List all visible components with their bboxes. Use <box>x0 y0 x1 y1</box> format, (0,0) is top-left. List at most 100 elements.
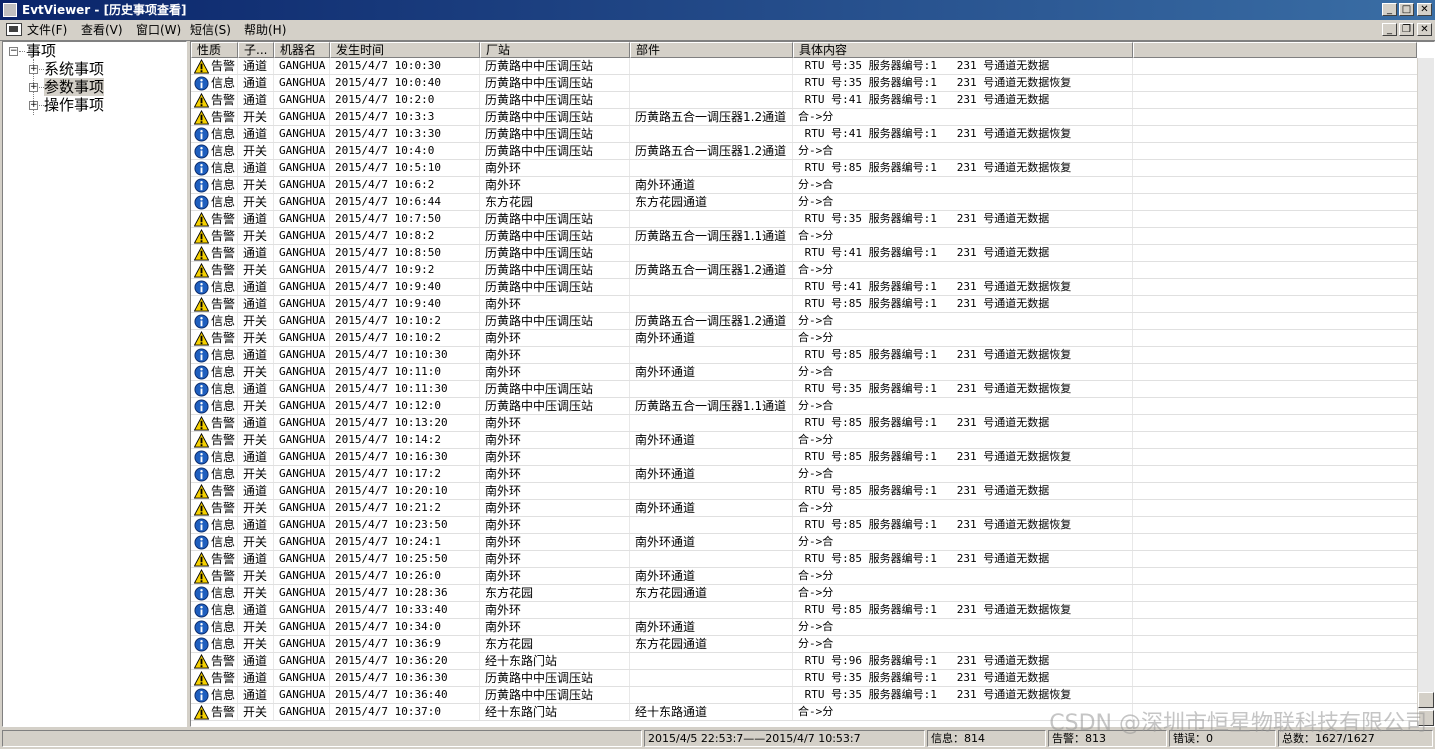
table-row[interactable]: 信息 开关 GANGHUA 2015/4/7 10:12:0 历黄路中中压调压站 历黄路五… <box>191 398 1417 415</box>
table-row[interactable]: 信息 通道 GANGHUA 2015/4/7 10:3:30 历黄路中中压调压站 RTU… <box>191 126 1417 143</box>
cell-detail: RTU 号:35 服务器编号:1 231 号通道无数据恢复 <box>793 687 1133 703</box>
cell-station: 南外环 <box>480 466 630 482</box>
cell-subtype: 通道 <box>238 279 274 295</box>
table-row[interactable]: 信息 通道 GANGHUA 2015/4/7 10:23:50 南外环 RTU 号:85… <box>191 517 1417 534</box>
table-row[interactable]: 告警 通道 GANGHUA 2015/4/7 10:8:50 历黄路中中压调压站 RTU… <box>191 245 1417 262</box>
table-row[interactable]: 信息 通道 GANGHUA 2015/4/7 10:9:40 历黄路中中压调压站 RTU… <box>191 279 1417 296</box>
cell-type-label: 告警 <box>211 501 236 515</box>
column-header-component[interactable]: 部件 <box>630 42 793 58</box>
menu-sms[interactable]: 短信(S) <box>190 22 231 38</box>
table-row[interactable]: 信息 通道 GANGHUA 2015/4/7 10:5:10 南外环 RTU 号:85 … <box>191 160 1417 177</box>
cell-machine: GANGHUA <box>274 398 330 414</box>
table-row[interactable]: 信息 开关 GANGHUA 2015/4/7 10:36:9 东方花园 东方花园通道 分->… <box>191 636 1417 653</box>
cell-time: 2015/4/7 10:4:0 <box>330 143 480 159</box>
close-button[interactable]: ✕ <box>1417 3 1432 16</box>
expand-icon[interactable]: + <box>29 65 38 74</box>
table-row[interactable]: 告警 开关 GANGHUA 2015/4/7 10:9:2 历黄路中中压调压站 历黄路五合… <box>191 262 1417 279</box>
column-header-detail[interactable]: 具体内容 <box>793 42 1133 58</box>
cell-machine: GANGHUA <box>274 211 330 227</box>
table-row[interactable]: 告警 开关 GANGHUA 2015/4/7 10:8:2 历黄路中中压调压站 历黄路五合… <box>191 228 1417 245</box>
table-row[interactable]: 告警 开关 GANGHUA 2015/4/7 10:26:0 南外环 南外环通道 合->分 <box>191 568 1417 585</box>
menu-view[interactable]: 查看(V) <box>81 22 123 38</box>
cell-machine: GANGHUA <box>274 58 330 74</box>
cell-machine: GANGHUA <box>274 109 330 125</box>
document-icon[interactable] <box>6 23 22 36</box>
table-row[interactable]: 信息 开关 GANGHUA 2015/4/7 10:6:2 南外环 南外环通道 分->合 <box>191 177 1417 194</box>
cell-component: 南外环通道 <box>630 330 793 346</box>
column-header-time[interactable]: 发生时间 <box>330 42 480 58</box>
expand-icon[interactable]: + <box>29 101 38 110</box>
cell-subtype: 开关 <box>238 466 274 482</box>
tree-root[interactable]: 事项 <box>26 42 56 60</box>
cell-machine: GANGHUA <box>274 126 330 142</box>
table-row[interactable]: 信息 通道 GANGHUA 2015/4/7 10:16:30 南外环 RTU 号:85… <box>191 449 1417 466</box>
collapse-icon[interactable]: − <box>9 47 18 56</box>
menu-window[interactable]: 窗口(W) <box>136 22 181 38</box>
table-row[interactable]: 信息 通道 GANGHUA 2015/4/7 10:0:40 历黄路中中压调压站 RTU… <box>191 75 1417 92</box>
table-row[interactable]: 信息 开关 GANGHUA 2015/4/7 10:24:1 南外环 南外环通道 分->合 <box>191 534 1417 551</box>
cell-detail: RTU 号:85 服务器编号:1 231 号通道无数据恢复 <box>793 160 1133 176</box>
table-row[interactable]: 信息 开关 GANGHUA 2015/4/7 10:4:0 历黄路中中压调压站 历黄路五合… <box>191 143 1417 160</box>
mdi-restore-button[interactable]: ❐ <box>1399 23 1414 36</box>
cell-detail: RTU 号:85 服务器编号:1 231 号通道无数据 <box>793 483 1133 499</box>
expand-icon[interactable]: + <box>29 83 38 92</box>
table-row[interactable]: 告警 开关 GANGHUA 2015/4/7 10:3:3 历黄路中中压调压站 历黄路五合… <box>191 109 1417 126</box>
table-row[interactable]: 信息 开关 GANGHUA 2015/4/7 10:10:2 历黄路中中压调压站 历黄路五… <box>191 313 1417 330</box>
menu-file[interactable]: 文件(F) <box>27 22 67 38</box>
cell-type-label: 信息 <box>211 280 236 294</box>
tree-item-system[interactable]: 系统事项 <box>44 60 104 78</box>
table-row[interactable]: 信息 通道 GANGHUA 2015/4/7 10:11:30 历黄路中中压调压站 RT… <box>191 381 1417 398</box>
column-header-subtype[interactable]: 子... <box>238 42 274 58</box>
maximize-button[interactable]: □ <box>1399 3 1414 16</box>
cell-subtype: 开关 <box>238 194 274 210</box>
cell-detail: 分->合 <box>793 143 1133 159</box>
warning-icon <box>193 92 210 108</box>
cell-type-label: 告警 <box>211 569 236 583</box>
cell-type-label: 告警 <box>211 552 236 566</box>
table-row[interactable]: 信息 通道 GANGHUA 2015/4/7 10:36:40 历黄路中中压调压站 RT… <box>191 687 1417 704</box>
table-row[interactable]: 信息 开关 GANGHUA 2015/4/7 10:28:36 东方花园 东方花园通道 合-… <box>191 585 1417 602</box>
cell-station: 南外环 <box>480 330 630 346</box>
event-grid: 性质 子... 机器名 发生时间 厂站 部件 具体内容 告警 通道 GANGHUA 2… <box>190 41 1435 727</box>
table-row[interactable]: 信息 通道 GANGHUA 2015/4/7 10:10:30 南外环 RTU 号:85… <box>191 347 1417 364</box>
table-row[interactable]: 告警 通道 GANGHUA 2015/4/7 10:20:10 南外环 RTU 号:85… <box>191 483 1417 500</box>
column-header-station[interactable]: 厂站 <box>480 42 630 58</box>
mdi-close-button[interactable]: ✕ <box>1417 23 1432 36</box>
table-row[interactable]: 告警 通道 GANGHUA 2015/4/7 10:36:30 历黄路中中压调压站 RT… <box>191 670 1417 687</box>
table-row[interactable]: 告警 通道 GANGHUA 2015/4/7 10:36:20 经十东路门站 RTU 号… <box>191 653 1417 670</box>
cell-type-label: 告警 <box>211 705 236 719</box>
info-icon <box>194 637 209 652</box>
mdi-minimize-button[interactable]: _ <box>1382 23 1397 36</box>
vertical-scrollbar[interactable] <box>1417 58 1434 726</box>
table-row[interactable]: 告警 通道 GANGHUA 2015/4/7 10:7:50 历黄路中中压调压站 RTU… <box>191 211 1417 228</box>
menu-help[interactable]: 帮助(H) <box>244 22 286 38</box>
cell-subtype: 开关 <box>238 143 274 159</box>
table-row[interactable]: 告警 开关 GANGHUA 2015/4/7 10:10:2 南外环 南外环通道 合->分 <box>191 330 1417 347</box>
table-row[interactable]: 信息 开关 GANGHUA 2015/4/7 10:17:2 南外环 南外环通道 分->合 <box>191 466 1417 483</box>
tree-item-params[interactable]: 参数事项 <box>44 78 105 96</box>
cell-machine: GANGHUA <box>274 449 330 465</box>
table-row[interactable]: 告警 开关 GANGHUA 2015/4/7 10:14:2 南外环 南外环通道 合->分 <box>191 432 1417 449</box>
table-row[interactable]: 告警 通道 GANGHUA 2015/4/7 10:0:30 历黄路中中压调压站 RTU… <box>191 58 1417 75</box>
table-row[interactable]: 信息 通道 GANGHUA 2015/4/7 10:33:40 南外环 RTU 号:85… <box>191 602 1417 619</box>
info-icon <box>194 348 209 363</box>
cell-machine: GANGHUA <box>274 466 330 482</box>
table-row[interactable]: 告警 通道 GANGHUA 2015/4/7 10:13:20 南外环 RTU 号:85… <box>191 415 1417 432</box>
cell-component <box>630 245 793 261</box>
minimize-button[interactable]: _ <box>1382 3 1397 16</box>
table-row[interactable]: 信息 开关 GANGHUA 2015/4/7 10:11:0 南外环 南外环通道 分->合 <box>191 364 1417 381</box>
table-row[interactable]: 告警 通道 GANGHUA 2015/4/7 10:2:0 历黄路中中压调压站 RTU … <box>191 92 1417 109</box>
warning-icon <box>193 500 210 516</box>
table-row[interactable]: 信息 开关 GANGHUA 2015/4/7 10:6:44 东方花园 东方花园通道 分->… <box>191 194 1417 211</box>
table-row[interactable]: 告警 通道 GANGHUA 2015/4/7 10:9:40 南外环 RTU 号:85 … <box>191 296 1417 313</box>
column-header-machine[interactable]: 机器名 <box>274 42 330 58</box>
tree-item-operations[interactable]: 操作事项 <box>44 96 104 114</box>
cell-type: 告警 <box>191 670 238 686</box>
cell-time: 2015/4/7 10:10:30 <box>330 347 480 363</box>
cell-machine: GANGHUA <box>274 381 330 397</box>
table-row[interactable]: 告警 开关 GANGHUA 2015/4/7 10:21:2 南外环 南外环通道 合->分 <box>191 500 1417 517</box>
column-header-type[interactable]: 性质 <box>191 42 238 58</box>
table-row[interactable]: 信息 开关 GANGHUA 2015/4/7 10:34:0 南外环 南外环通道 分->合 <box>191 619 1417 636</box>
table-row[interactable]: 告警 通道 GANGHUA 2015/4/7 10:25:50 南外环 RTU 号:85… <box>191 551 1417 568</box>
cell-station: 历黄路中中压调压站 <box>480 126 630 142</box>
